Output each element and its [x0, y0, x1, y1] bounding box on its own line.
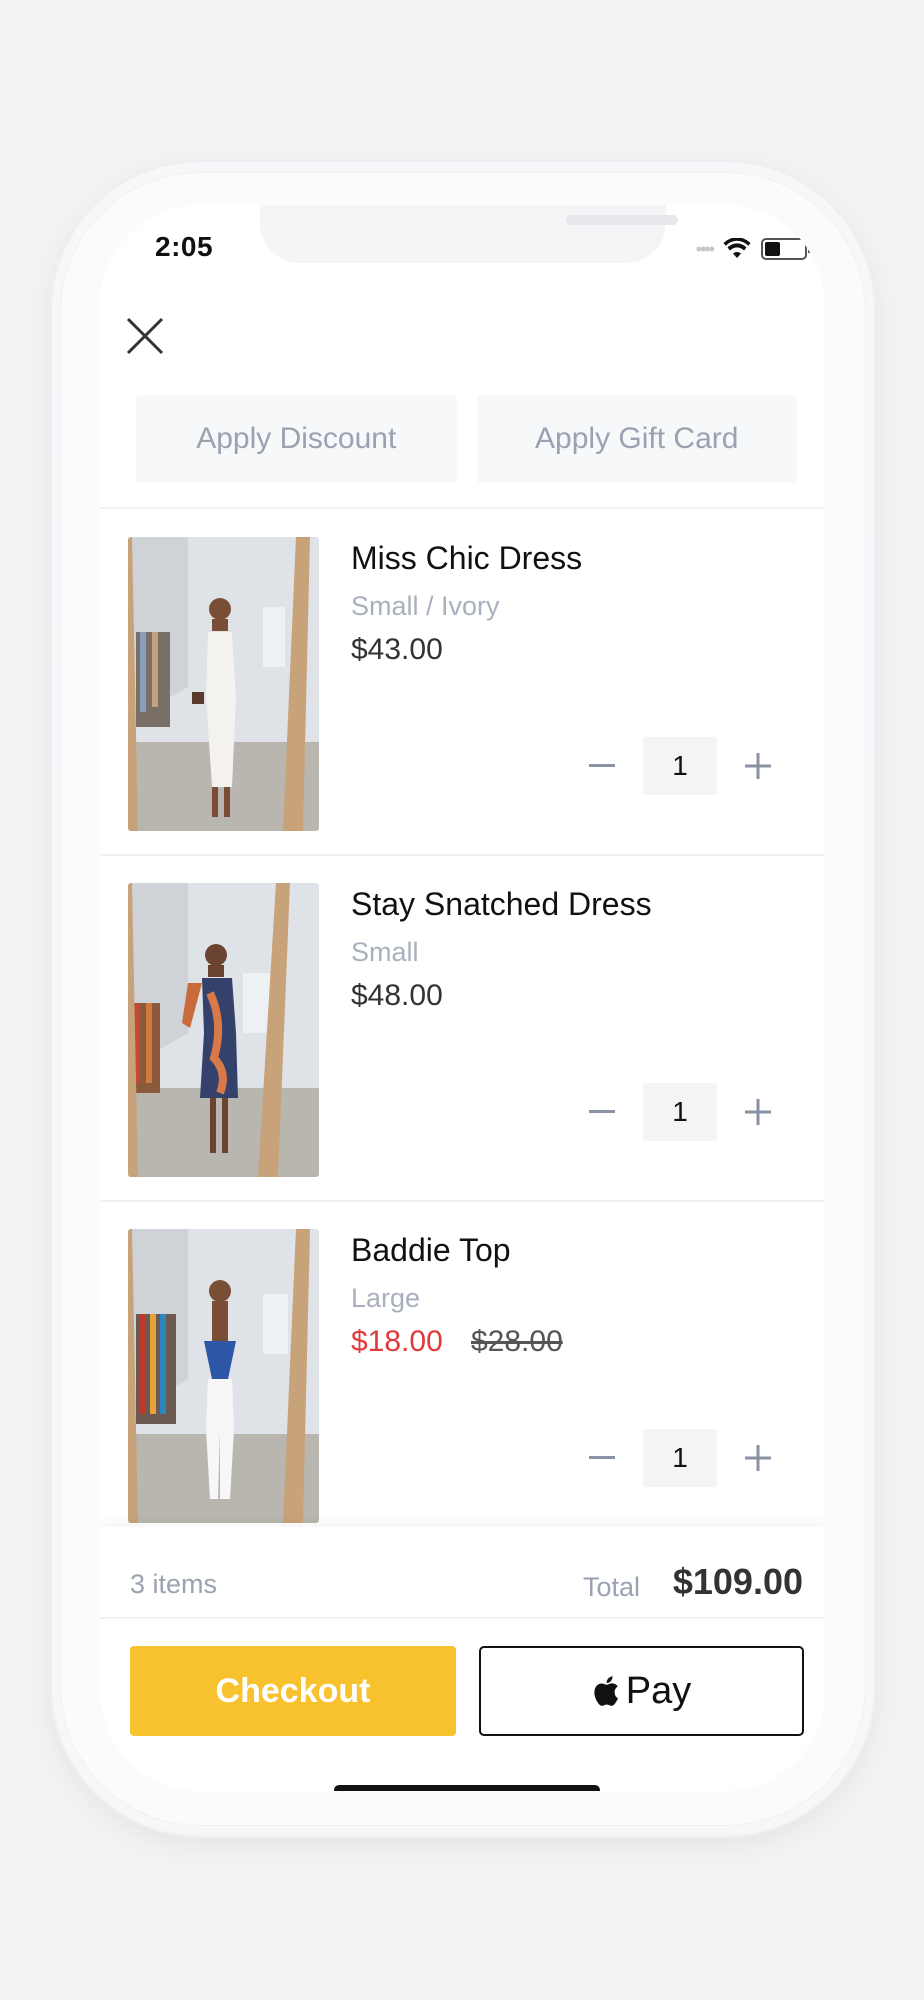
quantity-stepper: 1	[573, 1083, 787, 1141]
quantity-stepper: 1	[573, 737, 787, 795]
product-image[interactable]	[128, 883, 319, 1177]
product-price: $43.00	[351, 633, 443, 666]
minus-icon	[589, 764, 615, 767]
product-name[interactable]: Stay Snatched Dress	[351, 886, 652, 923]
checkout-button[interactable]: Checkout	[130, 1646, 456, 1736]
notch	[260, 205, 678, 263]
plus-icon	[745, 1099, 771, 1125]
product-photo-baddie-top	[128, 1229, 319, 1523]
battery-icon	[761, 238, 811, 260]
decrease-quantity-button[interactable]	[573, 737, 631, 795]
compare-at-price: $28.00	[471, 1325, 563, 1358]
plus-icon	[745, 753, 771, 779]
product-price: $48.00	[351, 979, 443, 1012]
product-image[interactable]	[128, 537, 319, 831]
product-photo-miss-chic	[128, 537, 319, 831]
plus-icon	[745, 1445, 771, 1471]
cart-footer: 3 items Total $109.00 Checkout Pay	[100, 1527, 825, 1791]
phone-screen: 2:05 •••• Apply Discount Apply Gift Card	[100, 205, 825, 1791]
cart-item: Miss Chic Dress Small / Ivory $43.00 1	[100, 509, 825, 855]
divider	[100, 1617, 825, 1619]
quantity-value[interactable]: 1	[643, 737, 717, 795]
battery-level	[765, 242, 781, 256]
decrease-quantity-button[interactable]	[573, 1083, 631, 1141]
apple-icon	[594, 1676, 618, 1706]
increase-quantity-button[interactable]	[729, 1083, 787, 1141]
product-image[interactable]	[128, 1229, 319, 1523]
apple-pay-button[interactable]: Pay	[479, 1646, 804, 1736]
volume-down-button	[44, 660, 50, 765]
product-variant: Small / Ivory	[351, 591, 500, 621]
total-value: $109.00	[672, 1561, 803, 1602]
quantity-value[interactable]: 1	[643, 1083, 717, 1141]
cart-item: Stay Snatched Dress Small $48.00 1	[100, 855, 825, 1201]
page: 2:05 •••• Apply Discount Apply Gift Card	[0, 0, 924, 2000]
sale-price: $18.00	[351, 1325, 443, 1358]
increase-quantity-button[interactable]	[729, 737, 787, 795]
product-variant: Large	[351, 1283, 421, 1313]
total-label: Total	[582, 1572, 640, 1602]
product-variant: Small	[351, 937, 419, 967]
cart-item: Baddie Top Large $18.00 $28.00 1	[100, 1201, 825, 1547]
speaker	[566, 215, 678, 225]
status-icons: ••••	[695, 238, 811, 260]
status-time: 2:05	[155, 231, 214, 262]
apple-pay-label: Pay	[625, 1669, 692, 1712]
items-count: 3 items	[130, 1569, 218, 1599]
close-icon	[126, 317, 164, 355]
product-name[interactable]: Miss Chic Dress	[351, 540, 582, 577]
apply-gift-card-button[interactable]: Apply Gift Card	[476, 395, 797, 483]
volume-up-button	[44, 520, 50, 625]
minus-icon	[589, 1110, 615, 1113]
apply-discount-button[interactable]: Apply Discount	[136, 395, 457, 483]
home-indicator[interactable]	[334, 1785, 600, 1791]
quantity-value[interactable]: 1	[643, 1429, 717, 1487]
increase-quantity-button[interactable]	[729, 1429, 787, 1487]
decrease-quantity-button[interactable]	[573, 1429, 631, 1487]
product-photo-stay-snatched	[128, 883, 319, 1177]
power-button	[876, 535, 882, 755]
minus-icon	[589, 1456, 615, 1459]
close-button[interactable]	[124, 315, 166, 357]
quantity-stepper: 1	[573, 1429, 787, 1487]
mute-switch	[44, 395, 50, 455]
cart-actions: Apply Discount Apply Gift Card	[136, 395, 797, 483]
signal-icon: ••••	[695, 239, 715, 259]
product-name[interactable]: Baddie Top	[351, 1232, 511, 1269]
wifi-icon	[723, 238, 751, 258]
